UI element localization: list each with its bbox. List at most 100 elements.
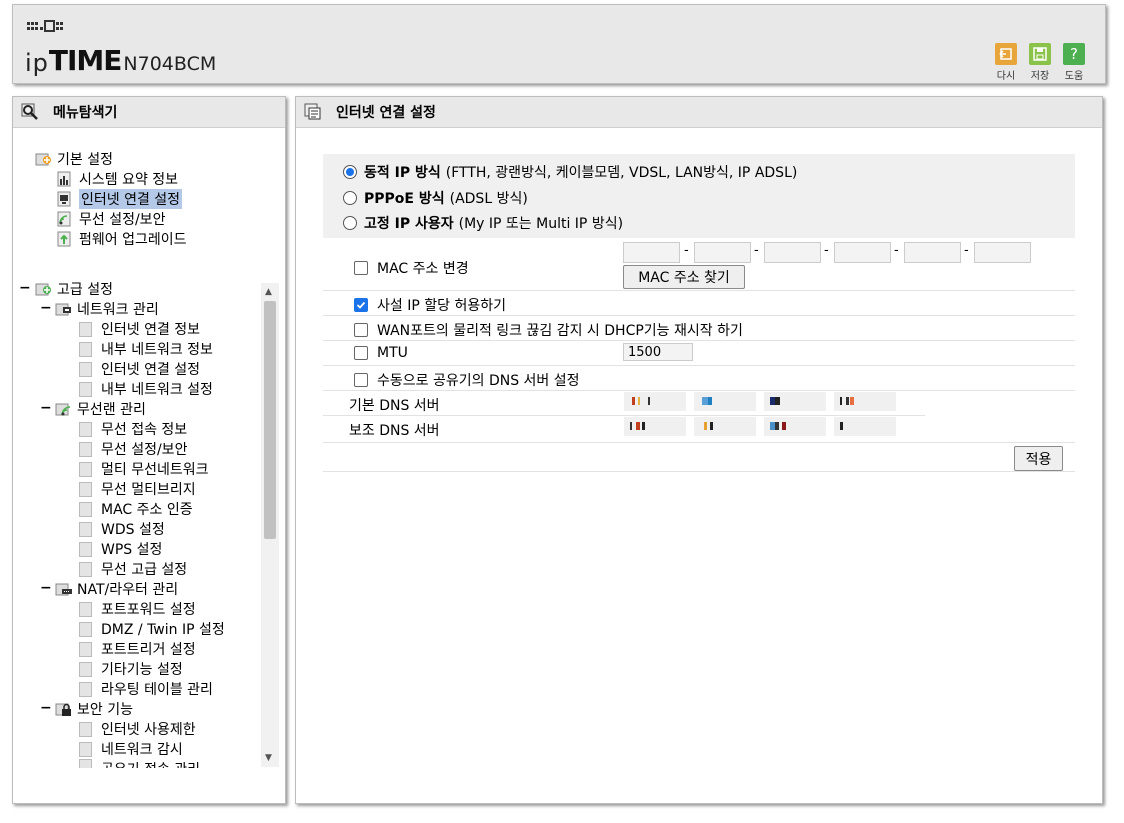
mode-desc: (FTTH, 광랜방식, 케이블모뎀, VDSL, LAN방식, IP ADSL…: [445, 165, 798, 181]
tree-leaf[interactable]: 포트트리거 설정: [79, 639, 196, 659]
tree-item-internet-setup[interactable]: 인터넷 연결 설정: [57, 189, 183, 209]
connection-mode-group: 동적 IP 방식 (FTTH, 광랜방식, 케이블모뎀, VDSL, LAN방식…: [323, 154, 1075, 238]
private-ip-checkbox[interactable]: [354, 298, 368, 312]
tree-leaf[interactable]: 무선 멀티브리지: [79, 479, 196, 499]
undo-label: 다시: [996, 71, 1016, 82]
mac-octet-3[interactable]: [764, 242, 821, 263]
manual-dns-option[interactable]: 수동으로 공유기의 DNS 서버 설정: [354, 370, 580, 390]
tree-leaf[interactable]: 무선 설정/보안: [79, 439, 187, 459]
tree-scrollbar[interactable]: ▲ ▼: [261, 283, 279, 767]
save-label: 저장: [1030, 71, 1050, 82]
secondary-dns-octet-1[interactable]: [624, 417, 686, 436]
mode-pppoe[interactable]: PPPoE 방식 (ADSL 방식): [343, 188, 528, 208]
tree-leaf[interactable]: 인터넷 연결 정보: [79, 319, 200, 339]
row-divider: [323, 471, 1075, 472]
primary-dns-octet-2[interactable]: [694, 392, 756, 411]
primary-dns-octet-1[interactable]: [624, 392, 686, 411]
wan-detect-option[interactable]: WAN포트의 물리적 링크 끊김 감지 시 DHCP기능 재시작 하기: [354, 320, 743, 340]
scroll-down-icon[interactable]: ▼: [265, 753, 272, 763]
mac-octet-6[interactable]: [974, 242, 1031, 263]
collapse-toggle[interactable]: −: [19, 280, 31, 296]
undo-icon: [995, 43, 1017, 65]
tree-item-label-selected: 인터넷 연결 설정: [79, 189, 183, 209]
wan-detect-label: WAN포트의 물리적 링크 끊김 감지 시 DHCP기능 재시작 하기: [377, 323, 743, 339]
mode-static-ip[interactable]: 고정 IP 사용자 (My IP 또는 Multi IP 방식): [343, 213, 623, 233]
mtu-input[interactable]: 1500: [623, 343, 693, 361]
tree-leaf[interactable]: 공유기 접속 관리: [79, 759, 200, 768]
tree-leaf-label: 포트트리거 설정: [101, 642, 196, 658]
page-icon: [79, 481, 92, 497]
tree-leaf[interactable]: MAC 주소 인증: [79, 499, 193, 519]
apply-button[interactable]: 적용: [1014, 446, 1063, 471]
radio-dynamic-ip[interactable]: [343, 165, 357, 179]
tree-leaf[interactable]: 멀티 무선네트워크: [79, 459, 209, 479]
radio-static-ip[interactable]: [343, 216, 357, 230]
tree-leaf[interactable]: 무선 고급 설정: [79, 559, 187, 579]
collapse-toggle[interactable]: −: [40, 300, 52, 316]
tree-group-network[interactable]: 네트워크 관리: [55, 299, 159, 319]
tree-folder-basic[interactable]: 기본 설정: [35, 149, 113, 169]
tree-leaf-label: 무선 접속 정보: [101, 422, 188, 438]
tree-leaf[interactable]: 기타기능 설정: [79, 659, 183, 679]
undo-button[interactable]: 다시: [992, 43, 1020, 82]
tree-leaf-label: 내부 네트워크 설정: [101, 382, 213, 398]
tree-leaf[interactable]: WDS 설정: [79, 519, 165, 539]
private-ip-option[interactable]: 사설 IP 할당 허용하기: [354, 295, 506, 315]
radio-pppoe[interactable]: [343, 191, 357, 205]
help-label: 도움: [1064, 71, 1084, 82]
tree-item-system-summary[interactable]: 시스템 요약 정보: [57, 169, 178, 189]
collapse-toggle[interactable]: −: [40, 700, 52, 716]
router-icon: [55, 581, 73, 597]
help-button[interactable]: ? 도움: [1060, 43, 1088, 82]
tree-leaf[interactable]: 무선 접속 정보: [79, 419, 187, 439]
save-button[interactable]: 저장: [1026, 43, 1054, 82]
collapse-toggle[interactable]: −: [40, 400, 52, 416]
primary-dns-octet-3[interactable]: [764, 392, 826, 411]
mac-octet-1[interactable]: [623, 242, 680, 263]
tree-group-security[interactable]: 보안 기능: [55, 699, 133, 719]
mtu-checkbox[interactable]: [354, 346, 368, 360]
row-divider: [323, 290, 1075, 291]
mac-octet-5[interactable]: [904, 242, 961, 263]
tree-leaf-label: 무선 설정/보안: [101, 442, 188, 458]
tree-leaf[interactable]: 네트워크 감시: [79, 739, 183, 759]
tree-leaf[interactable]: 인터넷 연결 설정: [79, 359, 200, 379]
wan-detect-checkbox[interactable]: [354, 323, 368, 337]
settings-header: 인터넷 연결 설정: [296, 97, 1102, 128]
menu-explorer-title: 메뉴탐색기: [53, 105, 118, 121]
tree-leaf-label: 공유기 접속 관리: [101, 759, 200, 768]
tree-leaf[interactable]: 인터넷 사용제한: [79, 719, 196, 739]
mac-find-button[interactable]: MAC 주소 찾기: [623, 265, 745, 289]
page-icon: [79, 759, 92, 768]
tree-leaf[interactable]: 내부 네트워크 정보: [79, 339, 213, 359]
secondary-dns-octet-3[interactable]: [764, 417, 826, 436]
mac-octet-4[interactable]: [834, 242, 891, 263]
secondary-dns-octet-2[interactable]: [694, 417, 756, 436]
secondary-dns-octet-4[interactable]: [834, 417, 896, 436]
mac-change-option[interactable]: MAC 주소 변경: [354, 258, 469, 278]
collapse-toggle[interactable]: −: [40, 580, 52, 596]
mac-separator: -: [684, 243, 689, 258]
tree-group-wireless[interactable]: 무선랜 관리: [55, 399, 146, 419]
tree-leaf[interactable]: 내부 네트워크 설정: [79, 379, 213, 399]
tree-leaf[interactable]: WPS 설정: [79, 539, 162, 559]
mtu-option[interactable]: MTU: [354, 345, 408, 361]
mode-dynamic-ip[interactable]: 동적 IP 방식 (FTTH, 광랜방식, 케이블모뎀, VDSL, LAN방식…: [343, 162, 797, 182]
tree-leaf[interactable]: 라우팅 테이블 관리: [79, 679, 213, 699]
manual-dns-checkbox[interactable]: [354, 373, 368, 387]
primary-dns-octet-4[interactable]: [834, 392, 896, 411]
help-icon: ?: [1063, 43, 1085, 65]
scroll-thumb[interactable]: [264, 301, 276, 539]
mac-octet-2[interactable]: [694, 242, 751, 263]
tree-item-wireless-security[interactable]: 무선 설정/보안: [57, 209, 165, 229]
tree-item-firmware-upgrade[interactable]: 펌웨어 업그레이드: [57, 229, 187, 249]
tree-group-nat[interactable]: NAT/라우터 관리: [55, 579, 178, 599]
iptime-dots-logo-icon: [27, 20, 63, 32]
scroll-up-icon[interactable]: ▲: [265, 287, 272, 297]
tree-leaf[interactable]: DMZ / Twin IP 설정: [79, 619, 225, 639]
tree-leaf[interactable]: 포트포워드 설정: [79, 599, 196, 619]
mac-separator: -: [964, 243, 969, 258]
mac-change-checkbox[interactable]: [354, 261, 368, 275]
page-icon: [79, 601, 92, 617]
tree-folder-advanced[interactable]: 고급 설정: [35, 279, 113, 299]
